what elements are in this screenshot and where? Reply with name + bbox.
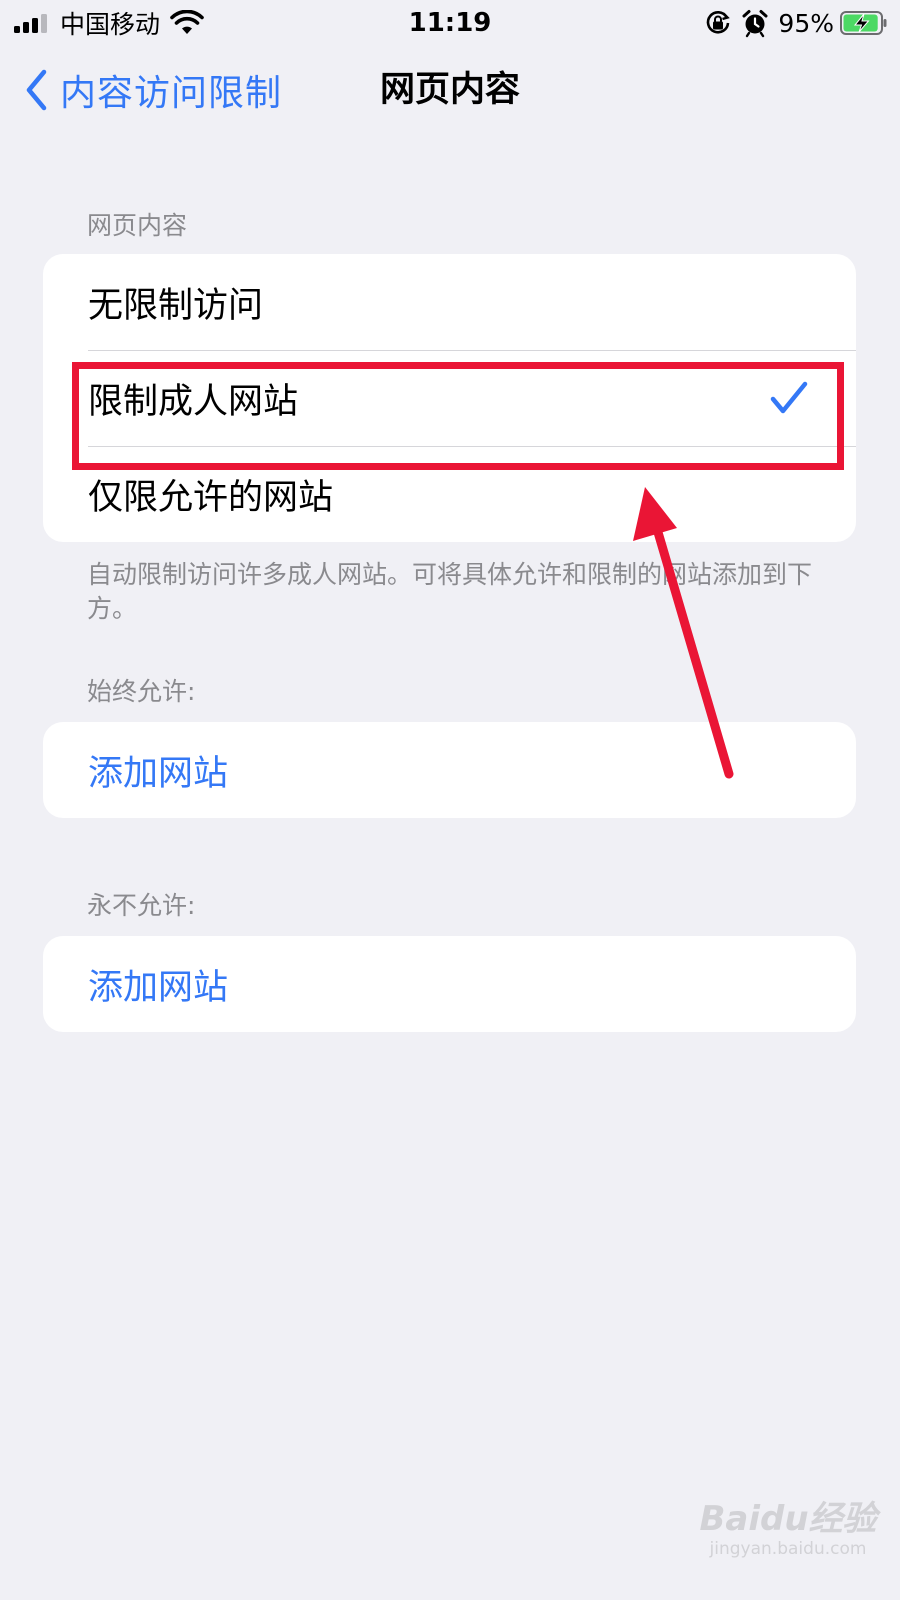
option-unrestricted-access[interactable]: 无限制访问 [43, 254, 856, 350]
highlight-box [72, 362, 844, 470]
option-label: 仅限允许的网站 [88, 477, 334, 518]
section-header-never-allow: 永不允许: [87, 891, 196, 920]
add-website-label: 添加网站 [88, 753, 229, 794]
battery-percent: 95% [778, 8, 834, 38]
battery-charging-icon [840, 11, 887, 35]
never-allow-add-website-button[interactable]: 添加网站 [43, 936, 856, 1032]
signal-icon [14, 13, 50, 33]
orientation-lock-icon [707, 11, 731, 34]
page-title: 网页内容 [379, 70, 520, 110]
status-time: 11:19 [408, 8, 492, 38]
carrier-name: 中国移动 [60, 10, 161, 39]
back-button[interactable]: 内容访问限制 [24, 66, 282, 114]
never-allow-list: 添加网站 [43, 936, 856, 1032]
status-bar: 中国移动 11:19 95% [0, 0, 900, 46]
section-header-always-allow: 始终允许: [87, 677, 196, 706]
option-label: 无限制访问 [88, 285, 264, 326]
watermark-url: jingyan.baidu.com [709, 1539, 867, 1559]
web-content-footer: 自动限制访问许多成人网站。可将具体允许和限制的网站添加到下方。 [87, 560, 813, 623]
navigation-bar: 内容访问限制 网页内容 [0, 60, 900, 120]
back-button-label: 内容访问限制 [60, 73, 283, 114]
alarm-icon [742, 10, 768, 38]
status-bar-left: 中国移动 [14, 6, 204, 40]
status-bar-right: 95% [704, 6, 888, 40]
section-header-web-content: 网页内容 [87, 211, 188, 240]
watermark: Baidu经验 jingyan.baidu.com [688, 1500, 888, 1560]
wifi-icon [170, 10, 204, 34]
chevron-left-icon [26, 69, 47, 111]
watermark-logo: Baidu经验 [699, 1499, 877, 1539]
add-website-label: 添加网站 [88, 967, 229, 1008]
always-allow-list: 添加网站 [43, 722, 856, 818]
always-allow-add-website-button[interactable]: 添加网站 [43, 722, 856, 818]
